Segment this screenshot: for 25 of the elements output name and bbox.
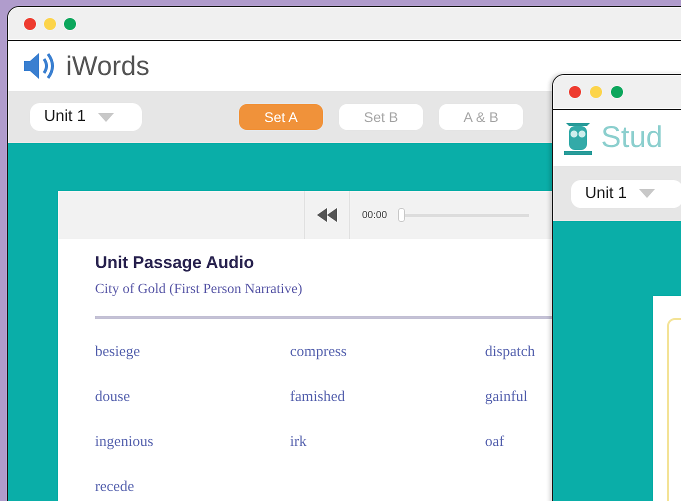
vocabulary-word[interactable]: douse — [95, 386, 130, 408]
vocabulary-word[interactable]: recede — [95, 476, 134, 498]
close-icon[interactable] — [24, 18, 36, 30]
vocabulary-word[interactable]: ingenious — [95, 431, 154, 453]
maximize-icon[interactable] — [64, 18, 76, 30]
close-icon[interactable] — [569, 86, 581, 98]
caret-icon — [98, 112, 114, 122]
vocabulary-word[interactable]: irk — [290, 431, 307, 453]
vocabulary-word[interactable]: besiege — [95, 341, 140, 363]
vocabulary-word[interactable]: dispatch — [485, 341, 535, 363]
progress-thumb[interactable] — [398, 208, 406, 222]
maximize-icon[interactable] — [611, 86, 623, 98]
unit-dropdown[interactable]: Unit 1 — [571, 180, 681, 208]
vocabulary-word[interactable]: oaf — [485, 431, 504, 453]
card-title: Unit Passage Audio — [95, 253, 256, 273]
vocabulary-word[interactable]: compress — [290, 341, 347, 363]
rewind-icon[interactable] — [317, 208, 337, 222]
app-title: iWords — [66, 50, 150, 82]
caret-icon — [638, 189, 655, 198]
vocabulary-word[interactable]: famished — [290, 386, 345, 408]
vocabulary-word[interactable]: gainful — [485, 386, 528, 408]
time-label: 00:00 — [362, 210, 388, 220]
app-title: Stud — [601, 121, 663, 155]
card-subtitle: City of Gold (First Person Narrative) — [95, 282, 304, 298]
unit-dropdown[interactable]: Unit 1 — [30, 103, 142, 131]
